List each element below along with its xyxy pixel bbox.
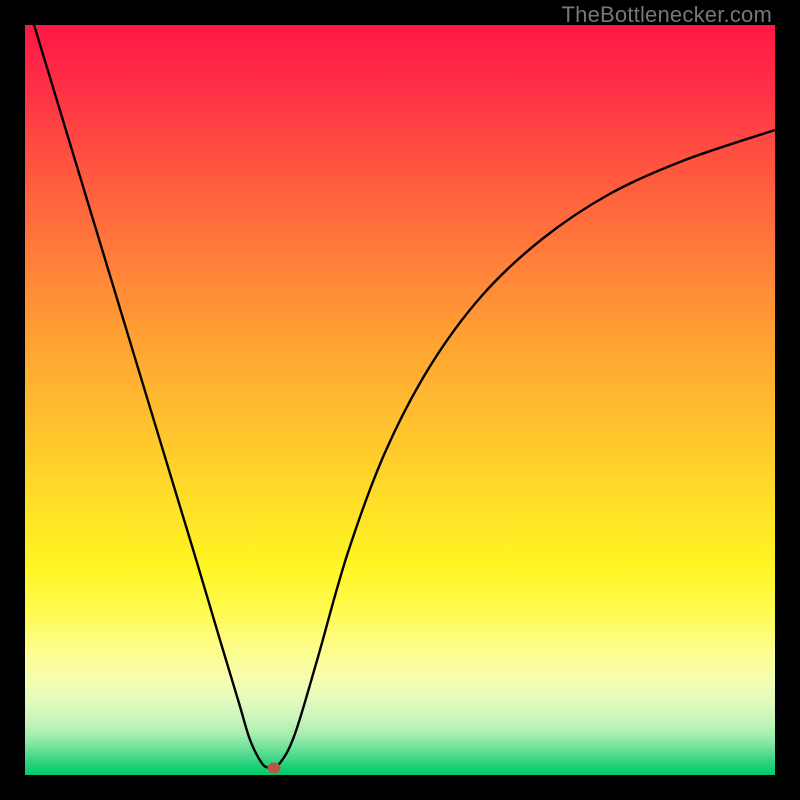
watermark-text: TheBottlenecker.com [562,2,772,28]
curve-svg [25,25,775,775]
chart-frame: TheBottlenecker.com [0,0,800,800]
minimum-marker [268,762,281,773]
bottleneck-curve [25,25,775,768]
plot-area [25,25,775,775]
